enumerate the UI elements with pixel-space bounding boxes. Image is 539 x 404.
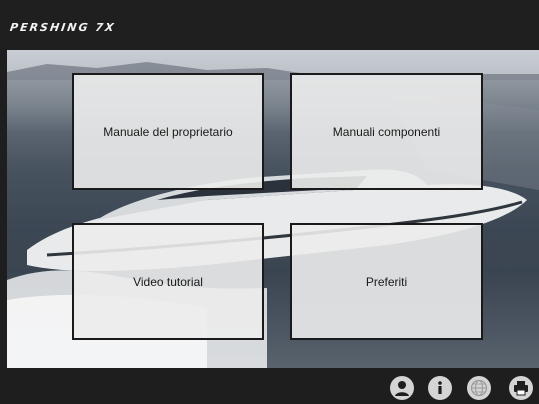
component-manuals-tile[interactable]: Manuali componenti	[290, 73, 483, 190]
component-manuals-label: Manuali componenti	[332, 124, 441, 139]
user-icon	[395, 381, 409, 396]
app-window: PERSHING 7X Manuale del proprietario Man…	[0, 0, 539, 404]
globe-icon	[470, 379, 488, 397]
footer-bar	[0, 368, 539, 404]
print-button[interactable]	[509, 376, 533, 400]
owners-manual-tile[interactable]: Manuale del proprietario	[72, 73, 264, 190]
user-button[interactable]	[390, 376, 414, 400]
favorites-tile[interactable]: Preferiti	[290, 223, 483, 340]
printer-icon	[514, 381, 528, 396]
language-button[interactable]	[467, 376, 491, 400]
owners-manual-label: Manuale del proprietario	[103, 124, 233, 139]
info-button[interactable]	[428, 376, 452, 400]
video-tutorial-label: Video tutorial	[133, 274, 203, 289]
info-icon	[438, 381, 442, 394]
header-bar: PERSHING 7X	[0, 0, 539, 50]
video-tutorial-tile[interactable]: Video tutorial	[72, 223, 264, 340]
brand-logo: PERSHING 7X	[9, 21, 117, 34]
favorites-label: Preferiti	[365, 274, 408, 289]
